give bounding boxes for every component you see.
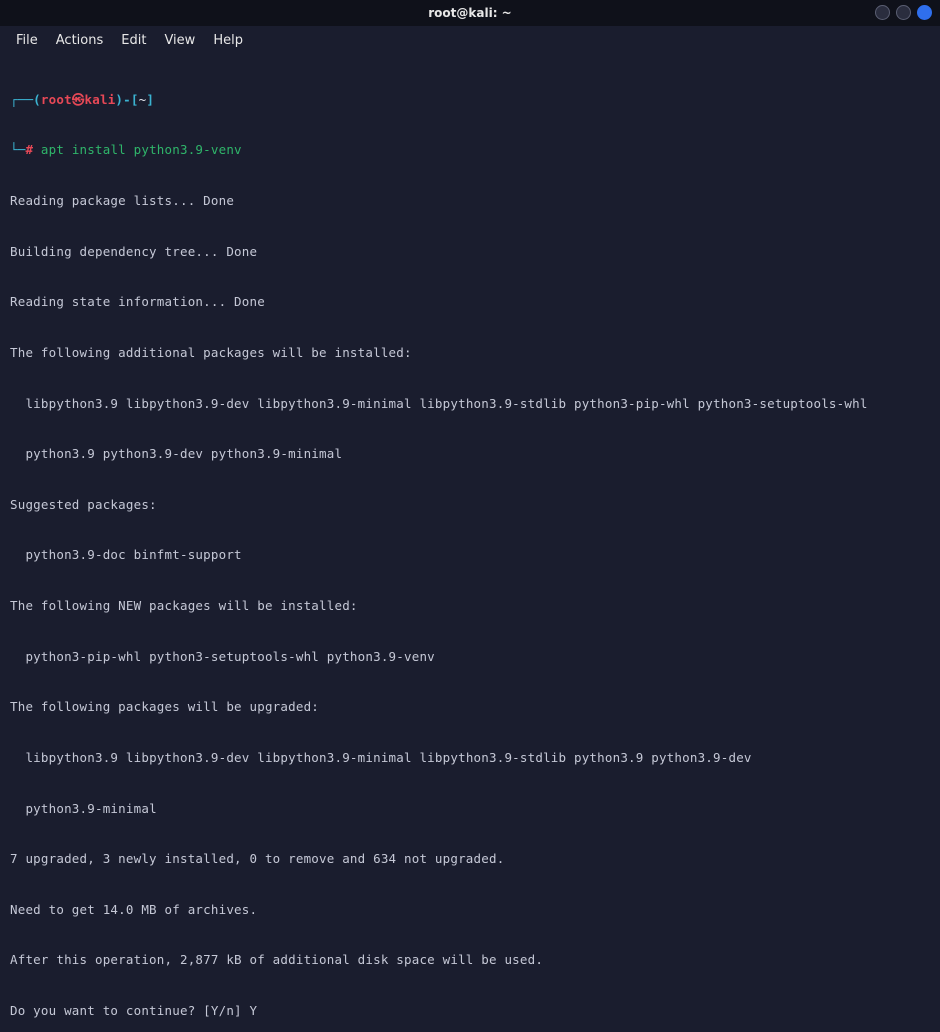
command-text: apt install python3.9-venv: [33, 142, 242, 157]
output-line: Need to get 14.0 MB of archives.: [10, 902, 930, 919]
prompt-bracket: ┌──(: [10, 92, 41, 107]
prompt-line-1: ┌──(root㉿kali)-[~]: [10, 92, 930, 109]
window-controls: [875, 5, 932, 20]
output-line: python3.9-minimal: [10, 801, 930, 818]
output-line: libpython3.9 libpython3.9-dev libpython3…: [10, 396, 930, 413]
output-line: python3.9 python3.9-dev python3.9-minima…: [10, 446, 930, 463]
prompt-bracket: )-[: [115, 92, 138, 107]
output-line: Do you want to continue? [Y/n] Y: [10, 1003, 930, 1020]
output-line: python3-pip-whl python3-setuptools-whl p…: [10, 649, 930, 666]
prompt-bracket: ]: [146, 92, 154, 107]
output-line: Reading package lists... Done: [10, 193, 930, 210]
terminal-area[interactable]: ┌──(root㉿kali)-[~] └─# apt install pytho…: [0, 54, 940, 1032]
menu-file[interactable]: File: [16, 33, 38, 48]
output-line: Building dependency tree... Done: [10, 244, 930, 261]
output-line: python3.9-doc binfmt-support: [10, 547, 930, 564]
prompt-line-2: └─# apt install python3.9-venv: [10, 142, 930, 159]
output-line: Suggested packages:: [10, 497, 930, 514]
output-line: The following NEW packages will be insta…: [10, 598, 930, 615]
close-button[interactable]: [917, 5, 932, 20]
prompt-host: kali: [85, 92, 116, 107]
output-line: After this operation, 2,877 kB of additi…: [10, 952, 930, 969]
minimize-button[interactable]: [875, 5, 890, 20]
menu-edit[interactable]: Edit: [121, 33, 146, 48]
titlebar: root@kali: ~: [0, 0, 940, 26]
output-line: 7 upgraded, 3 newly installed, 0 to remo…: [10, 851, 930, 868]
prompt-user: root: [41, 92, 72, 107]
menu-actions[interactable]: Actions: [56, 33, 104, 48]
window-title: root@kali: ~: [428, 6, 511, 20]
output-line: The following packages will be upgraded:: [10, 699, 930, 716]
menu-view[interactable]: View: [164, 33, 195, 48]
maximize-button[interactable]: [896, 5, 911, 20]
menu-help[interactable]: Help: [213, 33, 243, 48]
prompt-at-icon: ㉿: [72, 92, 85, 107]
prompt-prefix: └─: [10, 142, 25, 157]
output-line: libpython3.9 libpython3.9-dev libpython3…: [10, 750, 930, 767]
output-line: Reading state information... Done: [10, 294, 930, 311]
menubar: File Actions Edit View Help: [0, 26, 940, 54]
output-line: The following additional packages will b…: [10, 345, 930, 362]
